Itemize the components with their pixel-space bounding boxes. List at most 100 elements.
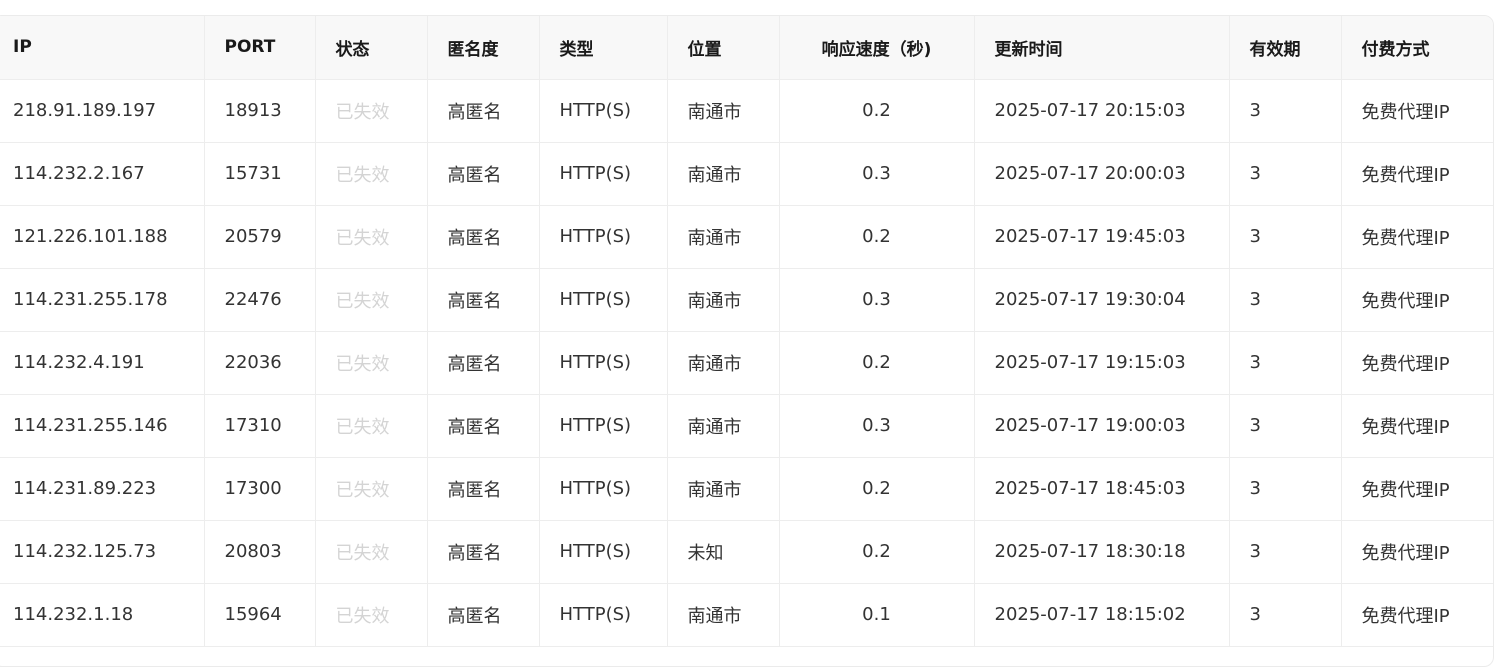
- cell-payment: 免费代理IP: [1341, 142, 1493, 206]
- cell-type: HTTP(S): [539, 142, 668, 206]
- cell-validity: 3: [1229, 79, 1342, 143]
- cell-speed: 0.2: [779, 331, 975, 395]
- cell-anonymity: 高匿名: [427, 205, 540, 269]
- cell-payment: 免费代理IP: [1341, 457, 1493, 521]
- cell-ip: 114.232.125.73: [0, 520, 205, 584]
- cell-location: 南通市: [667, 457, 780, 521]
- cell-port: 15731: [204, 142, 316, 206]
- cell-payment: 免费代理IP: [1341, 79, 1493, 143]
- cell-status: 已失效: [315, 583, 428, 647]
- table-row: 114.231.255.178 22476 已失效 高匿名 HTTP(S) 南通…: [0, 268, 1493, 332]
- table-row: 114.232.1.18 15964 已失效 高匿名 HTTP(S) 南通市 0…: [0, 583, 1493, 647]
- table-header: IP PORT 状态 匿名度 类型 位置 响应速度（秒) 更新时间 有效期 付费…: [0, 16, 1493, 80]
- cell-status: 已失效: [315, 331, 428, 395]
- cell-port: 22476: [204, 268, 316, 332]
- cell-payment: 免费代理IP: [1341, 331, 1493, 395]
- cell-validity: 3: [1229, 142, 1342, 206]
- cell-type: HTTP(S): [539, 457, 668, 521]
- header-ip: IP: [0, 16, 205, 80]
- cell-validity: 3: [1229, 520, 1342, 584]
- cell-validity: 3: [1229, 268, 1342, 332]
- header-anonymity: 匿名度: [427, 16, 540, 80]
- cell-speed: 0.2: [779, 457, 975, 521]
- cell-ip: 121.226.101.188: [0, 205, 205, 269]
- cell-type: HTTP(S): [539, 79, 668, 143]
- header-port: PORT: [204, 16, 316, 80]
- cell-status: 已失效: [315, 205, 428, 269]
- table-row: 114.232.125.73 20803 已失效 高匿名 HTTP(S) 未知 …: [0, 520, 1493, 584]
- cell-location: 未知: [667, 520, 780, 584]
- cell-updated: 2025-07-17 19:30:04: [974, 268, 1230, 332]
- cell-status: 已失效: [315, 520, 428, 584]
- cell-updated: 2025-07-17 19:00:03: [974, 394, 1230, 458]
- cell-port: 15964: [204, 583, 316, 647]
- header-updated: 更新时间: [974, 16, 1230, 80]
- cell-location: 南通市: [667, 394, 780, 458]
- cell-anonymity: 高匿名: [427, 520, 540, 584]
- table-row: 218.91.189.197 18913 已失效 高匿名 HTTP(S) 南通市…: [0, 79, 1493, 143]
- cell-location: 南通市: [667, 268, 780, 332]
- cell-ip: 114.231.255.146: [0, 394, 205, 458]
- cell-anonymity: 高匿名: [427, 457, 540, 521]
- cell-validity: 3: [1229, 457, 1342, 521]
- cell-status: 已失效: [315, 457, 428, 521]
- cell-speed: 0.2: [779, 79, 975, 143]
- cell-ip: 114.232.4.191: [0, 331, 205, 395]
- cell-port: 22036: [204, 331, 316, 395]
- cell-updated: 2025-07-17 18:15:02: [974, 583, 1230, 647]
- cell-status: 已失效: [315, 142, 428, 206]
- cell-anonymity: 高匿名: [427, 394, 540, 458]
- table-row: 121.226.101.188 20579 已失效 高匿名 HTTP(S) 南通…: [0, 205, 1493, 269]
- cell-validity: 3: [1229, 205, 1342, 269]
- header-validity: 有效期: [1229, 16, 1342, 80]
- cell-updated: 2025-07-17 20:00:03: [974, 142, 1230, 206]
- cell-speed: 0.1: [779, 583, 975, 647]
- cell-updated: 2025-07-17 19:15:03: [974, 331, 1230, 395]
- cell-payment: 免费代理IP: [1341, 268, 1493, 332]
- table-row: 114.232.2.167 15731 已失效 高匿名 HTTP(S) 南通市 …: [0, 142, 1493, 206]
- cell-port: 18913: [204, 79, 316, 143]
- cell-updated: 2025-07-17 20:15:03: [974, 79, 1230, 143]
- cell-type: HTTP(S): [539, 331, 668, 395]
- cell-location: 南通市: [667, 142, 780, 206]
- cell-status: 已失效: [315, 268, 428, 332]
- table-body: 218.91.189.197 18913 已失效 高匿名 HTTP(S) 南通市…: [0, 79, 1493, 647]
- cell-payment: 免费代理IP: [1341, 205, 1493, 269]
- header-status: 状态: [315, 16, 428, 80]
- cell-anonymity: 高匿名: [427, 268, 540, 332]
- cell-port: 20579: [204, 205, 316, 269]
- proxy-ip-table: IP PORT 状态 匿名度 类型 位置 响应速度（秒) 更新时间 有效期 付费…: [0, 16, 1493, 647]
- cell-anonymity: 高匿名: [427, 142, 540, 206]
- cell-payment: 免费代理IP: [1341, 583, 1493, 647]
- table-row: 114.231.89.223 17300 已失效 高匿名 HTTP(S) 南通市…: [0, 457, 1493, 521]
- header-payment: 付费方式: [1341, 16, 1493, 80]
- cell-type: HTTP(S): [539, 583, 668, 647]
- cell-type: HTTP(S): [539, 520, 668, 584]
- cell-anonymity: 高匿名: [427, 583, 540, 647]
- table-row: 114.232.4.191 22036 已失效 高匿名 HTTP(S) 南通市 …: [0, 331, 1493, 395]
- cell-updated: 2025-07-17 18:30:18: [974, 520, 1230, 584]
- cell-status: 已失效: [315, 79, 428, 143]
- cell-type: HTTP(S): [539, 205, 668, 269]
- cell-location: 南通市: [667, 205, 780, 269]
- cell-anonymity: 高匿名: [427, 79, 540, 143]
- cell-ip: 114.232.2.167: [0, 142, 205, 206]
- cell-updated: 2025-07-17 19:45:03: [974, 205, 1230, 269]
- table-row: 114.231.255.146 17310 已失效 高匿名 HTTP(S) 南通…: [0, 394, 1493, 458]
- proxy-table-container: IP PORT 状态 匿名度 类型 位置 响应速度（秒) 更新时间 有效期 付费…: [0, 15, 1494, 667]
- cell-location: 南通市: [667, 331, 780, 395]
- cell-status: 已失效: [315, 394, 428, 458]
- cell-speed: 0.3: [779, 268, 975, 332]
- cell-validity: 3: [1229, 331, 1342, 395]
- header-speed: 响应速度（秒): [779, 16, 975, 80]
- cell-payment: 免费代理IP: [1341, 394, 1493, 458]
- cell-speed: 0.2: [779, 520, 975, 584]
- cell-speed: 0.2: [779, 205, 975, 269]
- header-type: 类型: [539, 16, 668, 80]
- cell-ip: 114.231.255.178: [0, 268, 205, 332]
- cell-ip: 218.91.189.197: [0, 79, 205, 143]
- cell-location: 南通市: [667, 79, 780, 143]
- cell-port: 17310: [204, 394, 316, 458]
- cell-speed: 0.3: [779, 394, 975, 458]
- cell-ip: 114.231.89.223: [0, 457, 205, 521]
